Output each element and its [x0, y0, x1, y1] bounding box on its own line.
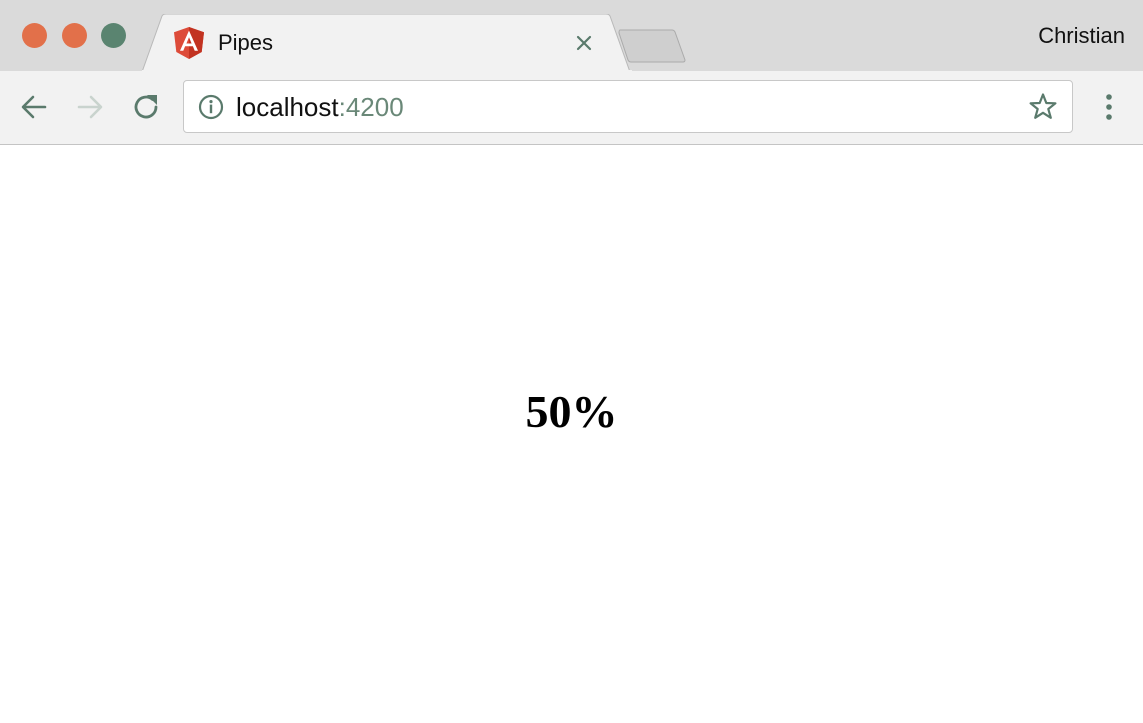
- window-close-button[interactable]: [22, 23, 47, 48]
- tab-close-icon[interactable]: [570, 29, 598, 57]
- url-port: :4200: [338, 92, 404, 122]
- tab-pipes[interactable]: Pipes: [142, 14, 632, 72]
- address-bar[interactable]: localhost:4200: [183, 80, 1073, 133]
- browser-window: Pipes Christian localhost:4200 50%: [0, 0, 1143, 723]
- percent-value: 50%: [525, 386, 618, 437]
- page-viewport: 50%: [0, 145, 1143, 723]
- reload-button[interactable]: [130, 91, 162, 123]
- browser-toolbar: localhost:4200: [0, 71, 1143, 145]
- window-minimize-button[interactable]: [62, 23, 87, 48]
- tab-title: Pipes: [218, 30, 274, 55]
- forward-button[interactable]: [74, 91, 106, 123]
- window-maximize-button[interactable]: [101, 23, 126, 48]
- new-tab-button[interactable]: [618, 28, 688, 64]
- url-host: localhost: [236, 92, 339, 122]
- tab-strip: Pipes Christian: [0, 0, 1143, 72]
- url-text[interactable]: localhost:4200: [236, 92, 404, 122]
- info-icon[interactable]: [198, 94, 224, 120]
- angular-logo-icon: [174, 27, 204, 59]
- kebab-menu-icon[interactable]: [1096, 91, 1122, 123]
- tab-background: [142, 14, 632, 72]
- back-button[interactable]: [18, 91, 50, 123]
- star-icon[interactable]: [1028, 92, 1058, 122]
- profile-name[interactable]: Christian: [1038, 22, 1125, 50]
